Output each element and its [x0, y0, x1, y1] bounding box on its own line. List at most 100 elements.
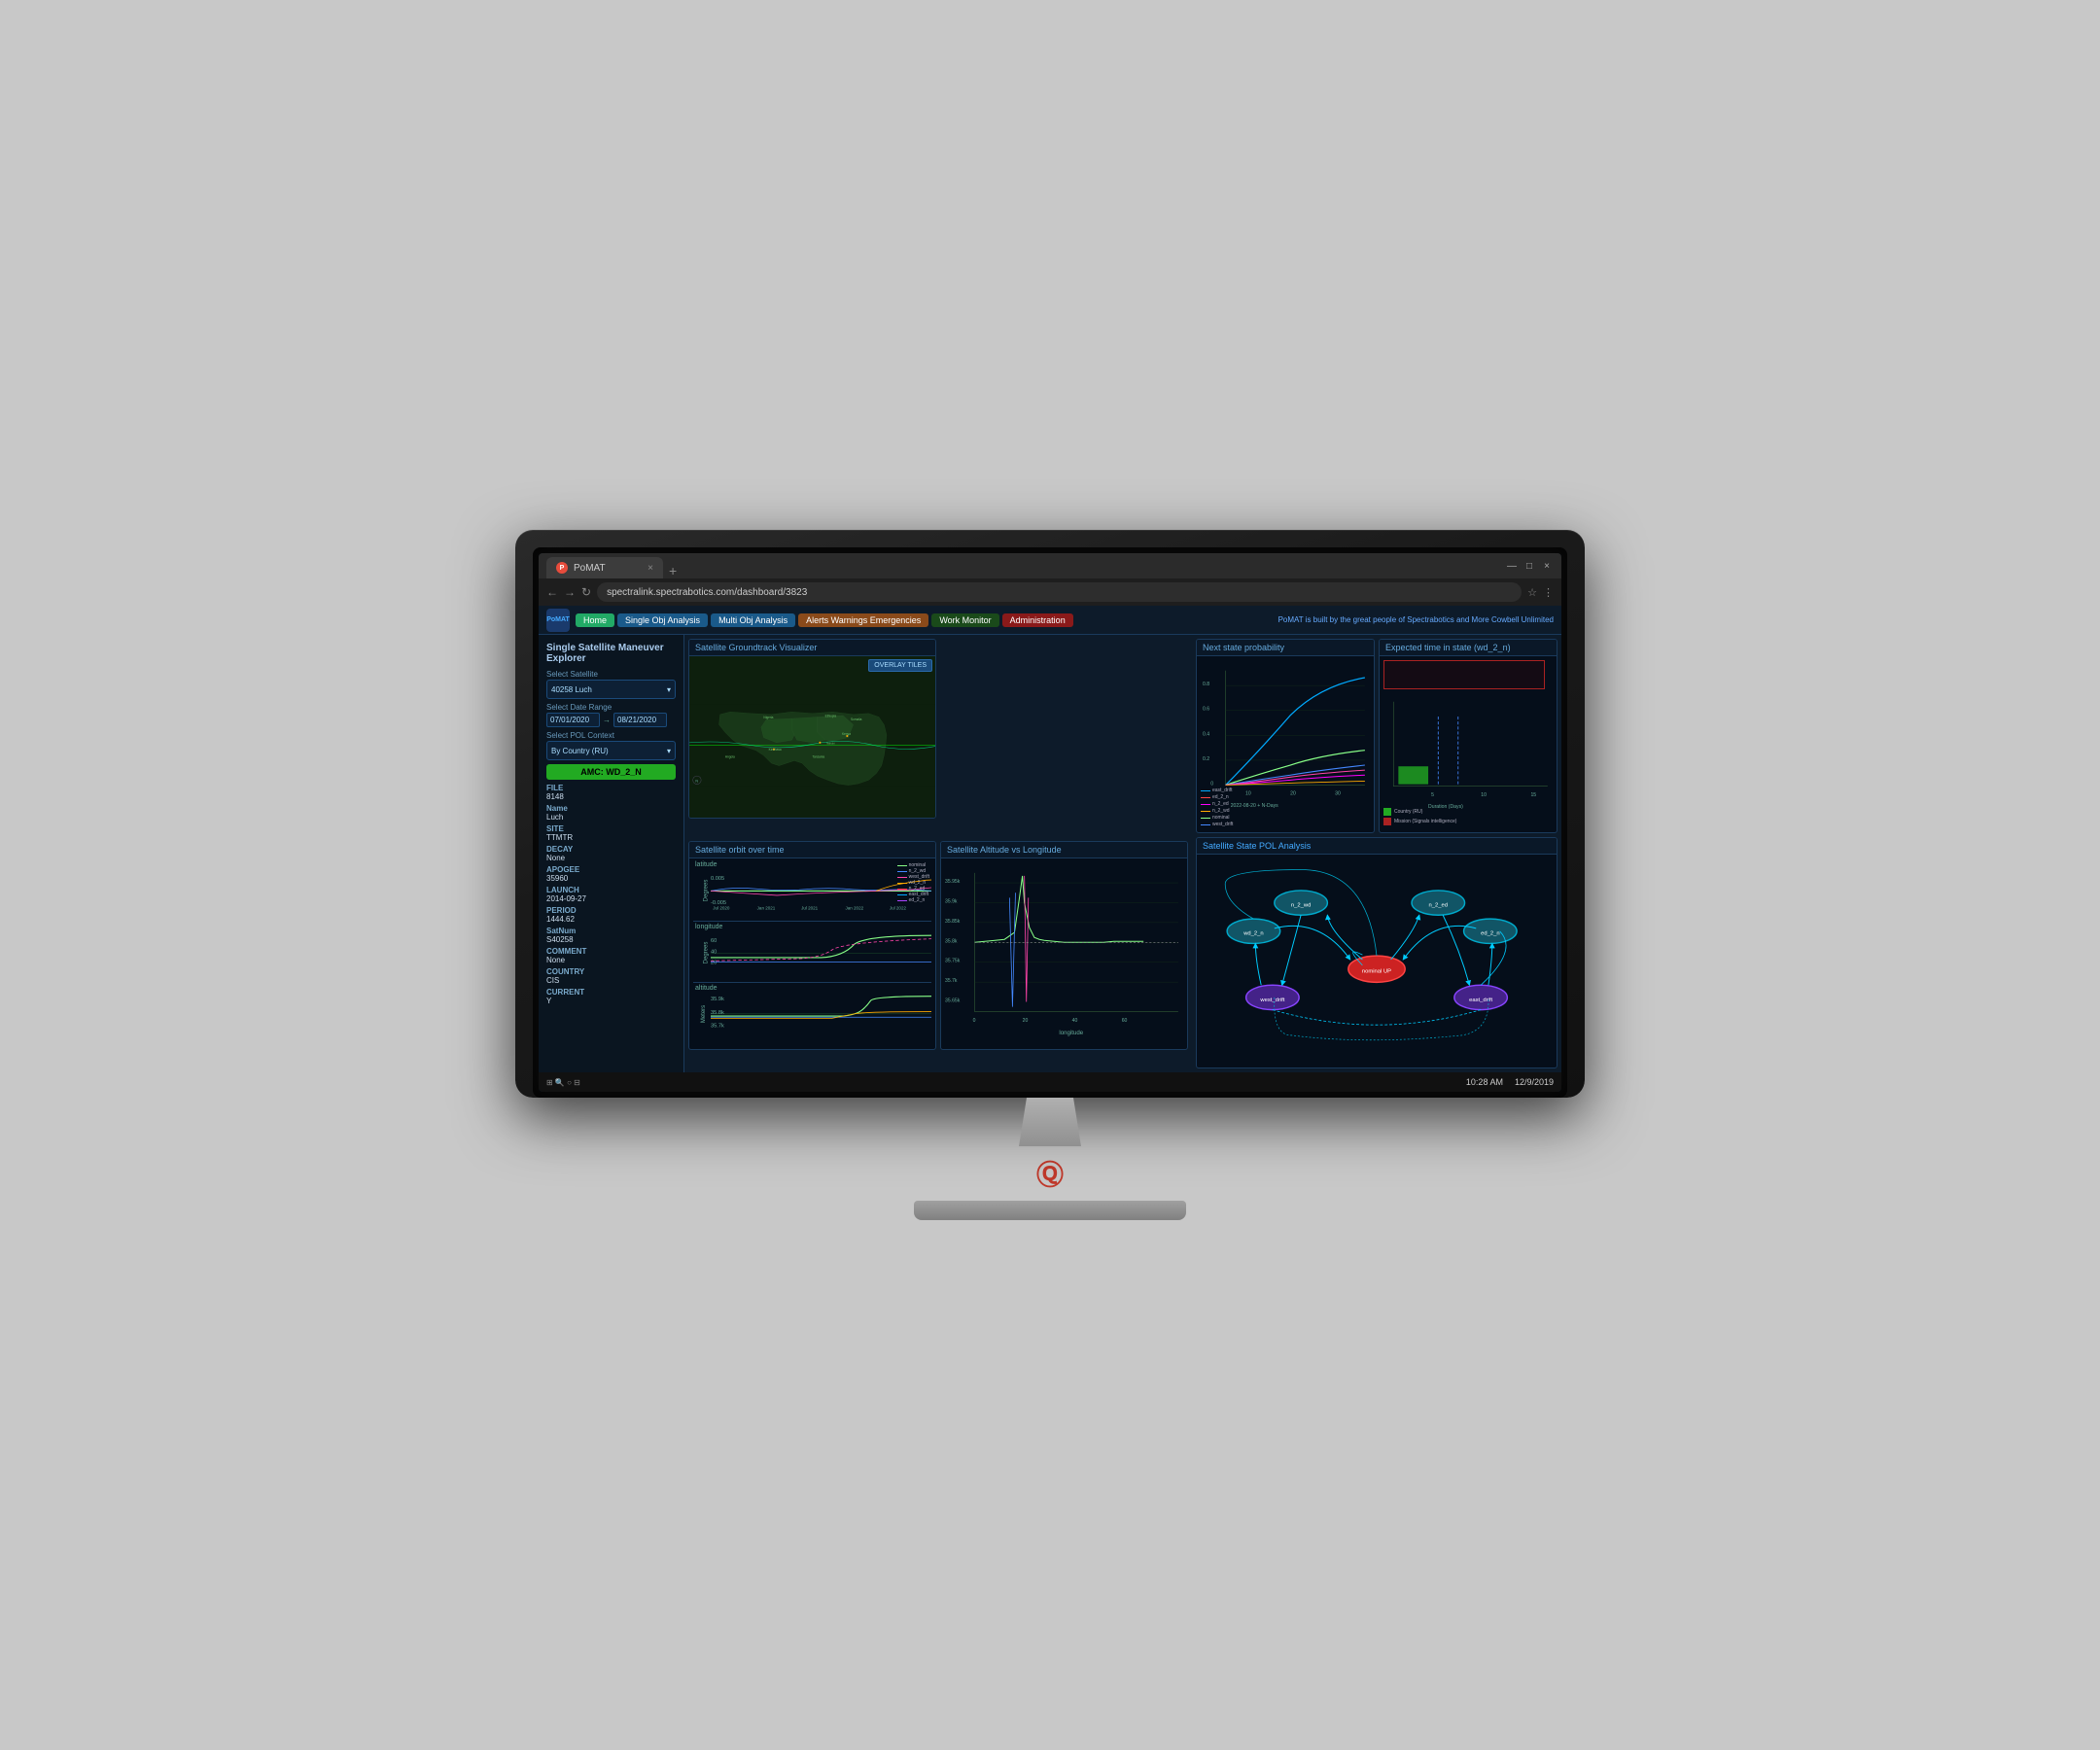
url-input[interactable]	[597, 582, 1522, 602]
meters-label: Meters	[701, 1005, 707, 1023]
maximize-button[interactable]: □	[1522, 559, 1536, 573]
svg-text:20: 20	[1290, 791, 1296, 797]
degrees-label-lon: Degrees	[703, 941, 709, 963]
expected-time-indicator	[1383, 660, 1545, 689]
altitude-chart: altitude Meters 35.9k 35.8k 35.7k	[693, 984, 931, 1044]
country-item: COUNTRY CIS	[546, 967, 676, 985]
amc-badge: AMC: WD_2_N	[546, 764, 676, 780]
current-item: CURRENT Y	[546, 988, 676, 1005]
right-top-panels: Next state probability 0.8	[1196, 639, 1558, 833]
new-tab-button[interactable]: +	[663, 563, 682, 578]
svg-text:10: 10	[1245, 791, 1251, 797]
date-start-input[interactable]	[546, 713, 600, 727]
svg-text:40: 40	[1072, 1018, 1078, 1024]
svg-text:0.6: 0.6	[1203, 707, 1209, 713]
pol-context-select[interactable]: By Country (RU) ▾	[546, 741, 676, 760]
pol-context-label: Select POL Context	[546, 731, 676, 740]
sidebar: Single Satellite Maneuver Explorer Selec…	[539, 635, 684, 1072]
expected-legend: Country (RU) Mission (Signals intelligen…	[1383, 808, 1456, 825]
expected-svg: 5 10 15 Duration (Days)	[1383, 693, 1553, 820]
address-bar: ← → ↻ ☆ ⋮	[539, 578, 1561, 606]
address-bar-icons: ☆ ⋮	[1527, 586, 1554, 599]
svg-text:Jul 2022: Jul 2022	[890, 906, 907, 911]
file-item: FILE 8148	[546, 784, 676, 801]
nav-tab-admin[interactable]: Administration	[1002, 613, 1073, 627]
status-time: 10:28 AM	[1466, 1077, 1503, 1087]
browser-titlebar: P PoMAT × + — □ ×	[539, 553, 1561, 578]
lat-legend: nominal n_2_wd west_drift wd_2_n n_2_ed …	[897, 862, 929, 903]
status-bar: ⊞ 🔍 ○ ⊟ 10:28 AM 12/9/2019	[539, 1072, 1561, 1092]
bookmark-icon[interactable]: ☆	[1527, 586, 1537, 599]
tab-area: P PoMAT × +	[546, 553, 1499, 578]
svg-text:wd_2_n: wd_2_n	[1242, 931, 1263, 937]
svg-text:Kenya: Kenya	[842, 732, 851, 736]
app-logo: PoMAT	[546, 609, 570, 632]
svg-text:60: 60	[711, 938, 717, 944]
date-end-input[interactable]	[613, 713, 667, 727]
close-window-button[interactable]: ×	[1540, 559, 1554, 573]
brand-logo: Ⓠ	[515, 1154, 1585, 1193]
altitude-vs-lon-svg: 35.95k 35.9k 35.85k 35.8k 35.75k 35.7k 3…	[945, 862, 1183, 1042]
svg-text:0.4: 0.4	[1203, 731, 1209, 737]
longitude-chart: longitude Degrees 60 40 20	[693, 923, 931, 984]
altitude-label: altitude	[695, 985, 718, 992]
comment-item: COMMENT None	[546, 947, 676, 964]
select-satellite-label: Select Satellite	[546, 670, 676, 679]
svg-text:Angola: Angola	[725, 755, 735, 759]
settings-icon[interactable]: ⋮	[1543, 586, 1554, 599]
probability-panel: Next state probability 0.8	[1196, 639, 1375, 833]
monitor-frame: P PoMAT × + — □ × ←	[515, 530, 1585, 1098]
forward-button[interactable]: →	[564, 585, 576, 599]
svg-text:35.7k: 35.7k	[945, 978, 958, 984]
altitude-svg: 35.9k 35.8k 35.7k	[711, 984, 931, 1044]
svg-text:35.75k: 35.75k	[945, 959, 961, 964]
orbit-panel-title: Satellite orbit over time	[689, 842, 935, 858]
svg-text:10: 10	[1481, 792, 1487, 798]
svg-text:Tanzania: Tanzania	[813, 755, 825, 759]
back-button[interactable]: ←	[546, 585, 558, 599]
expected-time-title: Expected time in state (wd_2_n)	[1380, 640, 1557, 656]
browser-tab[interactable]: P PoMAT ×	[546, 557, 663, 578]
nav-tab-multi[interactable]: Multi Obj Analysis	[711, 613, 795, 627]
monitor-base	[914, 1201, 1186, 1220]
svg-text:35.65k: 35.65k	[945, 998, 961, 1004]
pol-diagram-svg: nominal UP west_drift east_drift	[1197, 855, 1557, 1065]
pol-panel-title: Satellite State POL Analysis	[1197, 838, 1557, 855]
nav-tab-workmonitor[interactable]: Work Monitor	[931, 613, 998, 627]
period-item: PERIOD 1444.62	[546, 906, 676, 924]
svg-text:Somalia: Somalia	[851, 718, 862, 721]
longitude-label: longitude	[695, 924, 722, 930]
probability-panel-title: Next state probability	[1197, 640, 1374, 656]
svg-text:Jul 2020: Jul 2020	[713, 906, 730, 911]
svg-text:35.95k: 35.95k	[945, 879, 961, 885]
nav-tab-home[interactable]: Home	[576, 613, 614, 627]
expected-time-panel: Expected time in state (wd_2_n)	[1379, 639, 1558, 833]
right-panels: Next state probability 0.8	[1192, 635, 1561, 1072]
monitor-screen: P PoMAT × + — □ × ←	[539, 553, 1561, 1092]
reload-button[interactable]: ↻	[581, 585, 591, 599]
app-main: Single Satellite Maneuver Explorer Selec…	[539, 635, 1561, 1072]
svg-text:35.9k: 35.9k	[945, 898, 958, 904]
orbit-charts-container: latitude Degrees 0.005 -0.005	[689, 858, 935, 1046]
svg-text:Jan 2022: Jan 2022	[845, 906, 863, 911]
date-range: →	[546, 713, 676, 727]
svg-text:Jan 2021: Jan 2021	[757, 906, 776, 911]
minimize-button[interactable]: —	[1505, 559, 1519, 573]
tab-close-icon[interactable]: ×	[648, 563, 653, 574]
svg-text:0: 0	[973, 1018, 976, 1024]
pol-analysis-panel: Satellite State POL Analysis nominal UP	[1196, 837, 1558, 1068]
altitude-chart-area: 35.95k 35.9k 35.85k 35.8k 35.75k 35.7k 3…	[941, 858, 1187, 1046]
pol-diagram: nominal UP west_drift east_drift	[1197, 855, 1557, 1065]
tab-label: PoMAT	[574, 563, 606, 574]
svg-text:0.8: 0.8	[1203, 682, 1209, 687]
probability-legend: east_drift ed_2_n n_2_ed n_2_wd nominal …	[1201, 788, 1233, 827]
probability-chart-area: 0.8 0.6 0.4 0.2 0 Probability	[1197, 656, 1374, 829]
svg-text:n_2_wd: n_2_wd	[1291, 902, 1311, 908]
nav-tab-single[interactable]: Single Obj Analysis	[617, 613, 708, 627]
nav-tab-alerts[interactable]: Alerts Warnings Emergencies	[798, 613, 928, 627]
site-item: SITE TTMTR	[546, 824, 676, 842]
satellite-select[interactable]: 40258 Luch ▾	[546, 680, 676, 699]
svg-text:Kinshasa: Kinshasa	[769, 748, 782, 752]
map-panel: Satellite Groundtrack Visualizer OVERLAY…	[688, 639, 936, 819]
satnum-item: SatNum S40258	[546, 927, 676, 944]
